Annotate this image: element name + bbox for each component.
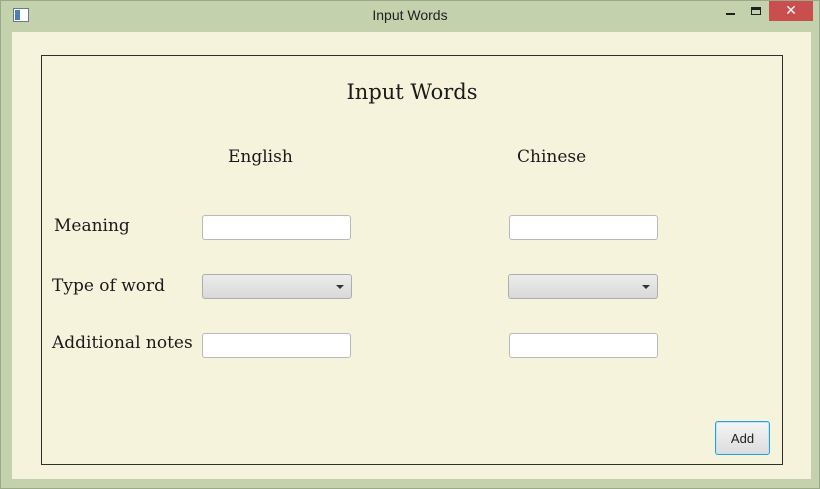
form-title: Input Words xyxy=(346,80,478,104)
add-button[interactable]: Add xyxy=(715,421,770,455)
maximize-button[interactable] xyxy=(745,1,767,21)
input-words-panel: Input Words English Chinese Meaning Type… xyxy=(41,55,783,465)
maximize-icon xyxy=(751,7,761,15)
additional-notes-label: Additional notes xyxy=(52,333,193,353)
chevron-down-icon xyxy=(336,285,344,289)
close-icon: ✕ xyxy=(785,3,797,19)
input-words-window: Input Words ✕ Input Words English Chines… xyxy=(0,0,820,489)
english-type-of-word-dropdown[interactable] xyxy=(202,274,352,299)
chinese-type-of-word-dropdown[interactable] xyxy=(508,274,658,299)
close-button[interactable]: ✕ xyxy=(769,1,813,21)
chinese-additional-notes-input[interactable] xyxy=(509,333,658,358)
minimize-button[interactable] xyxy=(719,1,741,21)
minimize-icon xyxy=(725,13,735,15)
type-of-word-label: Type of word xyxy=(52,276,166,296)
window-title: Input Words xyxy=(372,7,448,23)
column-header-chinese: Chinese xyxy=(517,147,587,167)
title-bar[interactable]: Input Words ✕ xyxy=(1,1,819,31)
meaning-label: Meaning xyxy=(54,216,130,236)
english-meaning-input[interactable] xyxy=(202,215,351,240)
chinese-meaning-input[interactable] xyxy=(509,215,658,240)
chevron-down-icon xyxy=(642,285,650,289)
column-header-english: English xyxy=(228,147,293,167)
window-client-area: Input Words English Chinese Meaning Type… xyxy=(12,32,811,479)
english-additional-notes-input[interactable] xyxy=(202,333,351,358)
